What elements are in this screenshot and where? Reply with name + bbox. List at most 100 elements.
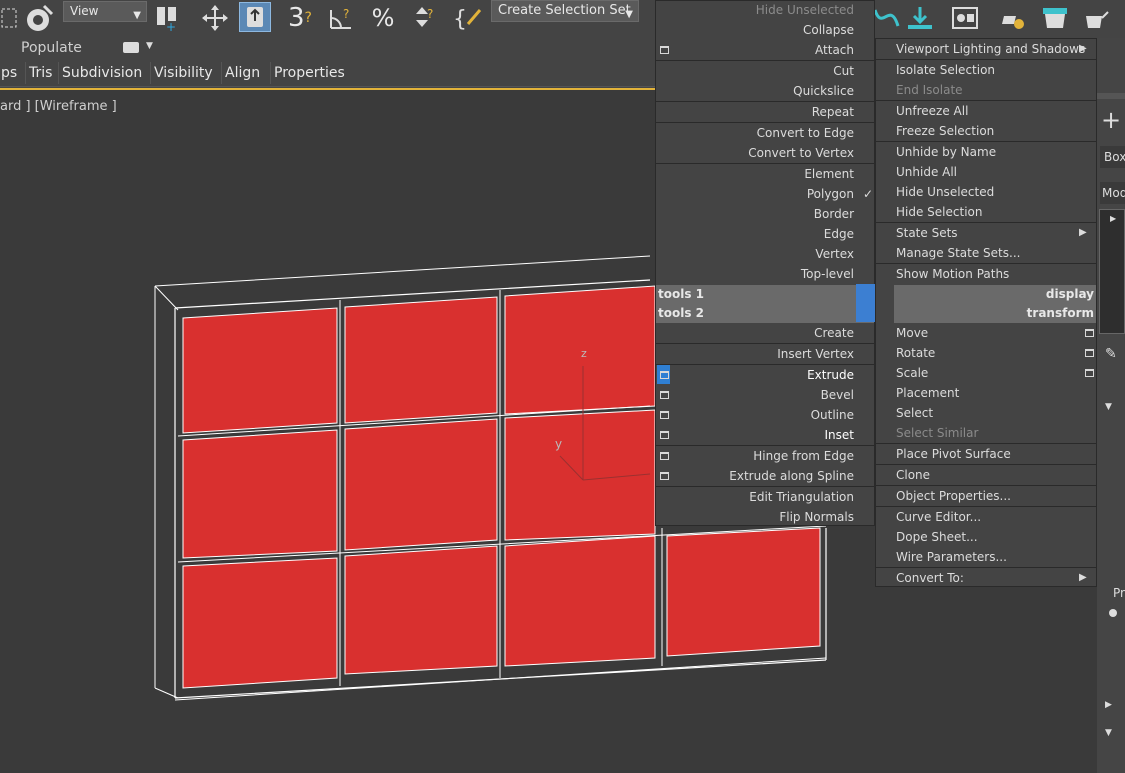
menu-item-state-sets[interactable]: State Sets	[896, 223, 958, 243]
menu-item-hide-unselected-left[interactable]: Hide Unselected	[756, 0, 854, 20]
menu-item-create[interactable]: Create	[814, 323, 854, 343]
ribbon-tab-ps[interactable]: ps	[0, 62, 20, 84]
inset-settings-icon[interactable]	[660, 431, 669, 439]
menu-item-unhide-all[interactable]: Unhide All	[896, 162, 957, 182]
material-editor-icon[interactable]	[950, 4, 980, 32]
menu-item-freeze-selection[interactable]: Freeze Selection	[896, 121, 994, 141]
ribbon-tab-properties[interactable]: Properties	[270, 62, 348, 84]
render-setup-icon[interactable]	[998, 4, 1028, 32]
pivot-center-icon[interactable]: +	[154, 4, 184, 32]
menu-item-quickslice[interactable]: Quickslice	[793, 81, 854, 101]
extrude-spline-settings-icon[interactable]	[660, 472, 669, 480]
rollout-collapse-icon-2[interactable]: ▼	[1105, 728, 1112, 738]
menu-item-cut[interactable]: Cut	[833, 61, 854, 81]
menu-item-top-level[interactable]: Top-level	[801, 264, 854, 284]
rollout-expand-icon[interactable]: ▶	[1105, 700, 1112, 710]
menu-item-dope-sheet[interactable]: Dope Sheet...	[896, 527, 978, 547]
menu-item-wire-parameters[interactable]: Wire Parameters...	[896, 547, 1007, 567]
quad-center-left-top	[856, 284, 875, 303]
menu-item-convert-to-vertex[interactable]: Convert to Vertex	[748, 143, 854, 163]
menu-item-convert-to[interactable]: Convert To:	[896, 568, 964, 588]
menu-item-unhide-by-name[interactable]: Unhide by Name	[896, 142, 996, 162]
named-selection-set-dropdown[interactable]: Create Selection Set ▼	[491, 0, 639, 22]
ribbon-tab-visibility[interactable]: Visibility	[150, 62, 216, 84]
menu-item-show-motion-paths[interactable]: Show Motion Paths	[896, 264, 1009, 284]
ribbon-options-icon[interactable]	[123, 42, 139, 53]
menu-item-collapse[interactable]: Collapse	[803, 20, 854, 40]
rollout-collapse-icon[interactable]: ▼	[1105, 402, 1112, 412]
menu-item-clone[interactable]: Clone	[896, 465, 930, 485]
menu-item-curve-editor[interactable]: Curve Editor...	[896, 507, 981, 527]
edit-named-selection-icon[interactable]: {	[452, 4, 482, 32]
menu-item-unfreeze-all[interactable]: Unfreeze All	[896, 101, 968, 121]
menu-item-move[interactable]: Move	[896, 323, 928, 343]
attach-settings-icon[interactable]	[660, 46, 669, 54]
reference-coordinate-dropdown[interactable]: View ▼	[63, 1, 147, 22]
menu-item-object-properties[interactable]: Object Properties...	[896, 486, 1011, 506]
menu-item-bevel[interactable]: Bevel	[821, 385, 854, 405]
keyboard-shortcut-override-icon[interactable]	[239, 2, 271, 32]
menu-item-placement[interactable]: Placement	[896, 383, 959, 403]
move-settings-icon[interactable]	[1085, 329, 1094, 337]
menu-item-extrude-along-spline[interactable]: Extrude along Spline	[729, 466, 854, 486]
menu-item-place-pivot-surface[interactable]: Place Pivot Surface	[896, 444, 1011, 464]
menu-item-scale[interactable]: Scale	[896, 363, 928, 383]
menu-item-select-similar[interactable]: Select Similar	[896, 423, 978, 443]
menu-item-convert-to-edge[interactable]: Convert to Edge	[757, 123, 854, 143]
stack-expand-icon[interactable]: ▶	[1110, 214, 1116, 223]
modifier-list-dropdown[interactable]: Mod	[1100, 182, 1125, 204]
menu-item-border[interactable]: Border	[814, 204, 854, 224]
rotate-settings-icon[interactable]	[1085, 349, 1094, 357]
select-region-icon[interactable]	[0, 4, 18, 32]
render-production-icon[interactable]	[1080, 4, 1110, 32]
menu-item-edge[interactable]: Edge	[824, 224, 854, 244]
menu-item-edit-triangulation[interactable]: Edit Triangulation	[749, 487, 854, 507]
spinner-snap-icon[interactable]: ?	[408, 4, 438, 32]
menu-item-vertex[interactable]: Vertex	[815, 244, 854, 264]
pin-stack-icon[interactable]: ✎	[1105, 346, 1117, 362]
percent-snap-icon[interactable]: %	[368, 4, 398, 32]
radio-button[interactable]	[1109, 609, 1117, 617]
menu-item-repeat[interactable]: Repeat	[812, 102, 854, 122]
menu-item-extrude[interactable]: Extrude	[807, 365, 854, 385]
rendered-frame-window-icon[interactable]	[1039, 4, 1069, 32]
angle-snap-icon[interactable]: ?	[327, 4, 357, 32]
snaps-toggle-icon[interactable]: 3?	[285, 3, 315, 33]
menu-item-inset[interactable]: Inset	[825, 425, 854, 445]
bevel-settings-icon[interactable]	[660, 391, 669, 399]
ribbon-tab-subdivision[interactable]: Subdivision	[58, 62, 145, 84]
select-and-move-icon[interactable]	[200, 4, 230, 32]
menu-item-insert-vertex[interactable]: Insert Vertex	[777, 344, 854, 364]
menu-item-select[interactable]: Select	[896, 403, 933, 423]
menu-item-hide-selection[interactable]: Hide Selection	[896, 202, 982, 222]
menu-item-viewport-lighting-and-shadows[interactable]: Viewport Lighting and Shadows	[896, 39, 1085, 59]
menu-item-isolate-selection[interactable]: Isolate Selection	[896, 60, 995, 80]
menu-item-manage-state-sets[interactable]: Manage State Sets...	[896, 243, 1020, 263]
menu-item-rotate[interactable]: Rotate	[896, 343, 935, 363]
menu-item-flip-normals[interactable]: Flip Normals	[779, 507, 854, 527]
viewport-navigation-icon[interactable]	[24, 4, 54, 32]
svg-text:{: {	[453, 7, 467, 32]
ribbon-options-arrow-icon[interactable]: ▼	[146, 41, 153, 51]
menu-item-element[interactable]: Element	[804, 164, 854, 184]
ribbon-tab-align[interactable]: Align	[221, 62, 263, 84]
menu-item-hide-unselected[interactable]: Hide Unselected	[896, 182, 994, 202]
outline-settings-icon[interactable]	[660, 411, 669, 419]
rollout-label-pr: Pr	[1113, 586, 1125, 600]
menu-item-hinge-from-edge[interactable]: Hinge from Edge	[753, 446, 854, 466]
command-panel: + Box Mod ▶ ✎ ▼ Pr ▶ ▼	[1097, 88, 1125, 773]
object-name-field[interactable]: Box	[1100, 146, 1125, 168]
scale-settings-icon[interactable]	[1085, 369, 1094, 377]
schematic-view-icon[interactable]	[905, 4, 935, 32]
menu-item-attach[interactable]: Attach	[815, 40, 854, 60]
hinge-settings-icon[interactable]	[660, 452, 669, 460]
menu-item-outline[interactable]: Outline	[811, 405, 854, 425]
menu-item-end-isolate[interactable]: End Isolate	[896, 80, 963, 100]
modifier-stack[interactable]: ▶	[1099, 209, 1125, 334]
populate-tab[interactable]: Populate	[21, 40, 82, 56]
ribbon-tab-tris[interactable]: Tris	[25, 62, 55, 84]
extrude-settings-icon[interactable]	[660, 371, 669, 379]
create-panel-icon[interactable]: +	[1101, 106, 1121, 134]
curve-editor-icon[interactable]	[872, 4, 902, 32]
menu-item-polygon[interactable]: Polygon	[807, 184, 854, 204]
